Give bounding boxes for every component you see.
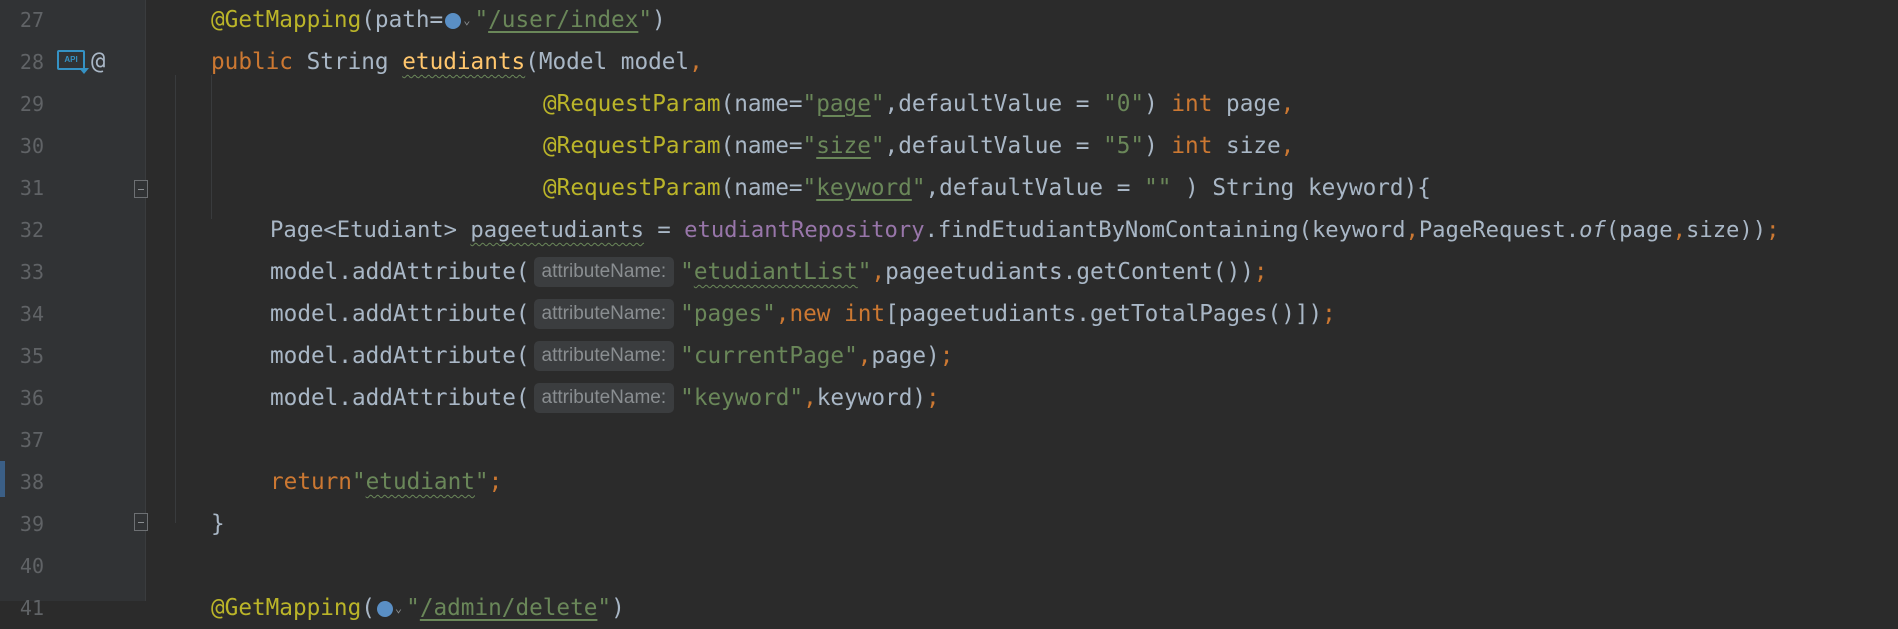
line-number: 35 bbox=[19, 344, 44, 368]
line-number: 39 bbox=[19, 512, 44, 536]
line-number: 40 bbox=[19, 554, 44, 578]
code-line[interactable]: 27 @GetMapping(path= ⌄ "/user/index") bbox=[0, 0, 1898, 41]
chevron-down-icon[interactable]: ⌄ bbox=[395, 601, 402, 615]
code-line[interactable]: 35 model.addAttribute(attributeName: "cur… bbox=[0, 335, 1898, 377]
code-line[interactable]: 31 @RequestParam(name="keyword",defaultV… bbox=[0, 167, 1898, 209]
line-code: @RequestParam(name="page",defaultValue =… bbox=[543, 91, 1295, 117]
line-code: Page<Etudiant> pageetudiants = etudiantR… bbox=[270, 217, 1780, 243]
parameter-hint: attributeName: bbox=[533, 341, 675, 371]
line-number: 34 bbox=[19, 302, 44, 326]
parameter-hint: attributeName: bbox=[533, 257, 675, 287]
line-number: 30 bbox=[19, 134, 44, 158]
line-code: return"etudiant"; bbox=[270, 469, 503, 495]
line-code: model.addAttribute(attributeName: "etudia… bbox=[270, 257, 1268, 287]
line-code: model.addAttribute(attributeName: "keywor… bbox=[270, 383, 940, 413]
line-number: 41 bbox=[19, 596, 44, 620]
line-code: public String etudiants(Model model, bbox=[211, 49, 703, 75]
line-number: 38 bbox=[19, 470, 44, 494]
line-number: 32 bbox=[19, 218, 44, 242]
code-line[interactable]: 37 bbox=[0, 419, 1898, 461]
parameter-hint: attributeName: bbox=[533, 299, 675, 329]
line-number: 36 bbox=[19, 386, 44, 410]
code-line[interactable]: 38 return"etudiant"; bbox=[0, 461, 1898, 503]
line-number: 27 bbox=[19, 8, 44, 32]
globe-icon[interactable] bbox=[376, 601, 393, 617]
line-code: model.addAttribute(attributeName: "pages"… bbox=[270, 299, 1336, 329]
line-code: @RequestParam(name="size",defaultValue =… bbox=[543, 133, 1295, 159]
line-number: 33 bbox=[19, 260, 44, 284]
line-code: } bbox=[211, 511, 225, 537]
code-line[interactable]: 28 public String etudiants(Model model, bbox=[0, 41, 1898, 83]
code-line[interactable]: 33 model.addAttribute(attributeName: "etu… bbox=[0, 251, 1898, 293]
globe-icon[interactable] bbox=[445, 13, 462, 29]
code-line[interactable]: 29 @RequestParam(name="page",defaultValu… bbox=[0, 83, 1898, 125]
code-line[interactable]: 39 } bbox=[0, 503, 1898, 545]
chevron-down-icon[interactable]: ⌄ bbox=[463, 13, 470, 27]
line-number: 28 bbox=[19, 50, 44, 74]
line-code: @RequestParam(name="keyword",defaultValu… bbox=[543, 175, 1431, 201]
code-line[interactable]: 41 @GetMapping(⌄ "/admin/delete") bbox=[0, 587, 1898, 629]
parameter-hint: attributeName: bbox=[533, 383, 675, 413]
line-number: 31 bbox=[19, 176, 44, 200]
line-number: 29 bbox=[19, 92, 44, 116]
code-line[interactable]: 32 Page<Etudiant> pageetudiants = etudia… bbox=[0, 209, 1898, 251]
code-line[interactable]: 34 model.addAttribute(attributeName: "pag… bbox=[0, 293, 1898, 335]
code-line[interactable]: 36 model.addAttribute(attributeName: "key… bbox=[0, 377, 1898, 419]
line-code: model.addAttribute(attributeName: "curren… bbox=[270, 341, 954, 371]
line-number: 37 bbox=[19, 428, 44, 452]
code-line[interactable]: 40 bbox=[0, 545, 1898, 587]
code-editor[interactable]: API @ 27 @GetMapping(path= ⌄ "/user/index"… bbox=[0, 0, 1898, 621]
code-line[interactable]: 30 @RequestParam(name="size",defaultValu… bbox=[0, 125, 1898, 167]
line-code: @GetMapping(path= ⌄ "/user/index") bbox=[211, 7, 666, 33]
line-code: @GetMapping(⌄ "/admin/delete") bbox=[211, 595, 625, 621]
